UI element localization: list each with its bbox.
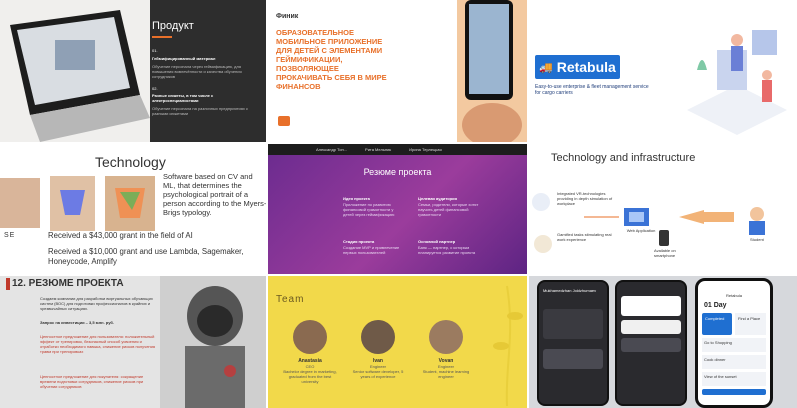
- smartphone-node: Available on smartphone: [654, 248, 676, 258]
- laptop-photo: [0, 0, 150, 142]
- retabula-logo-text: Retabula: [556, 59, 616, 75]
- team-member-2: Ivan Engineer Senior software developer,…: [348, 320, 408, 379]
- tile-infrastructure: Technology and infrastructure Integrated…: [529, 144, 797, 274]
- avatar: [361, 320, 395, 354]
- participant-3[interactable]: Ирина Терлецкая: [409, 147, 442, 152]
- member-desc: Student, machine learning engineer: [422, 369, 470, 379]
- participant-2[interactable]: Рита Мельник: [365, 147, 391, 152]
- title-underline: [152, 36, 172, 38]
- tile-project-summary: Александр Тон... Рита Мельник Ирина Терл…: [268, 144, 527, 274]
- resume-12-title-bar: [6, 278, 10, 290]
- gamified-node: Gamified tasks stimulating real work exp…: [557, 232, 612, 242]
- face-analysis-images: [0, 176, 155, 231]
- member-desc: Bachelor degree in marketing, graduated …: [283, 369, 337, 384]
- grant-1: Received a $43,000 grant in the field of…: [48, 231, 193, 240]
- idea-text: Приложение по развитию финансовой грамот…: [343, 202, 395, 217]
- task-sunset[interactable]: View of the sunset: [702, 372, 766, 386]
- retabula-logo: 🚚 Retabula: [535, 55, 620, 79]
- team-member-1: Anastasia CEO Bachelor degree in marketi…: [280, 320, 340, 384]
- resume-intro: Создаем компании для разработки виртуаль…: [40, 296, 153, 311]
- vr-node: Integrated VR-technologies providing in …: [557, 191, 613, 206]
- firefighter-photo: [160, 276, 266, 408]
- day-label: 01 Day: [704, 302, 727, 309]
- partner-text: Банк — партнер, с которым планируется ра…: [418, 245, 476, 255]
- video-call-bar: Александр Тон... Рита Мельник Ирина Терл…: [268, 144, 527, 155]
- item-1-num: 01.: [152, 48, 158, 53]
- team-title: Team: [276, 294, 305, 305]
- task-shopping[interactable]: Go to Shopping: [702, 338, 766, 352]
- isometric-office-illustration: [687, 30, 787, 135]
- retabula-subtitle: Easy-to-use enterprise & fleet managemen…: [535, 84, 649, 96]
- partner-heading: Основной партнер: [418, 239, 456, 244]
- phone-2: [615, 280, 687, 406]
- grant-2: Received a $10,000 grant and use Lambda,…: [48, 247, 244, 266]
- technology-body: Software based on CV and ML, that determ…: [163, 172, 266, 217]
- audience-heading: Целевая аудитория: [418, 196, 457, 201]
- web-app-node: Web Application: [626, 228, 656, 233]
- product-title: Продукт: [152, 20, 194, 32]
- chat-header: Mukhamedzhan Joldzhumaev: [543, 288, 597, 293]
- summary-title: Резюме проекта: [363, 167, 432, 177]
- resume-12-title: 12. РЕЗЮМЕ ПРОЕКТА: [12, 278, 124, 289]
- infra-title: Technology and infrastructure: [551, 152, 696, 164]
- investment-request: Запрос на инвестиции – 3,5 млн. руб.: [40, 320, 114, 325]
- item-2-text: Обучение персонала на различных предприя…: [152, 106, 248, 116]
- phone-3: Retabula 01 Day Completed Find a Place G…: [695, 278, 773, 408]
- member-desc: Senior software developer, 5 years of ex…: [352, 369, 404, 379]
- avatar: [429, 320, 463, 354]
- app-name: Retabula: [725, 293, 742, 298]
- participant-1[interactable]: Александр Тон...: [316, 147, 347, 152]
- user-value: Ценностное предложение для пользователя:…: [40, 334, 156, 354]
- buyer-value: Ценностное предложение для покупателя: с…: [40, 374, 144, 389]
- tile-resume-12: 12. РЕЗЮМЕ ПРОЕКТА Создаем компании для …: [0, 276, 266, 408]
- tile-technology: Technology Software based on CV and ML, …: [0, 144, 266, 274]
- task-cook[interactable]: Cook dinner: [702, 355, 766, 369]
- tile-retabula: 🚚 Retabula Easy-to-use enterprise & flee…: [529, 0, 797, 142]
- item-2-num: 02.: [152, 86, 158, 91]
- bottom-nav[interactable]: [702, 389, 766, 395]
- team-member-3: Vovan Engineer Student, machine learning…: [416, 320, 476, 379]
- tile-phone-screens: Mukhamedzhan Joldzhumaev Retabula 01 Day…: [529, 276, 797, 408]
- student-node: Student: [750, 237, 764, 242]
- tile-finik: Финик ОБРАЗОВАТЕЛЬНОЕ МОБИЛЬНОЕ ПРИЛОЖЕН…: [268, 0, 527, 142]
- stage-heading: Стадия проекта: [343, 239, 375, 244]
- truck-icon: 🚚: [539, 61, 553, 74]
- orange-button[interactable]: [278, 116, 290, 126]
- item-1-text: Обучение персонала через геймификацию, д…: [152, 64, 242, 79]
- item-1-heading: Геймифицированный материал: [152, 56, 216, 61]
- idea-heading: Идея проекта: [343, 196, 370, 201]
- completed-card[interactable]: Completed: [702, 313, 732, 335]
- stage-text: Создание MVP и привлечение первых пользо…: [343, 245, 400, 255]
- tile-team: Team Anastasia CEO Bachelor degree in ma…: [268, 276, 527, 408]
- finik-heading: ОБРАЗОВАТЕЛЬНОЕ МОБИЛЬНОЕ ПРИЛОЖЕНИЕ ДЛЯ…: [276, 28, 387, 91]
- tile-product: Продукт 01. Геймифицированный материал О…: [0, 0, 266, 142]
- collage-grid: Продукт 01. Геймифицированный материал О…: [0, 0, 797, 408]
- phone-1: Mukhamedzhan Joldzhumaev: [537, 280, 609, 406]
- finik-brand: Финик: [276, 13, 299, 20]
- technology-title: Technology: [95, 154, 166, 170]
- audience-text: Семьи, родители, которые хотят научить д…: [418, 202, 479, 217]
- phone-hand-photo: [457, 0, 527, 142]
- plant-decoration: [493, 285, 523, 407]
- task-find-place[interactable]: Find a Place: [735, 313, 766, 335]
- brand-fragment: SE: [4, 232, 16, 239]
- avatar: [293, 320, 327, 354]
- item-2-heading: Разные сюжеты, в том числе с электроcпец…: [152, 93, 214, 103]
